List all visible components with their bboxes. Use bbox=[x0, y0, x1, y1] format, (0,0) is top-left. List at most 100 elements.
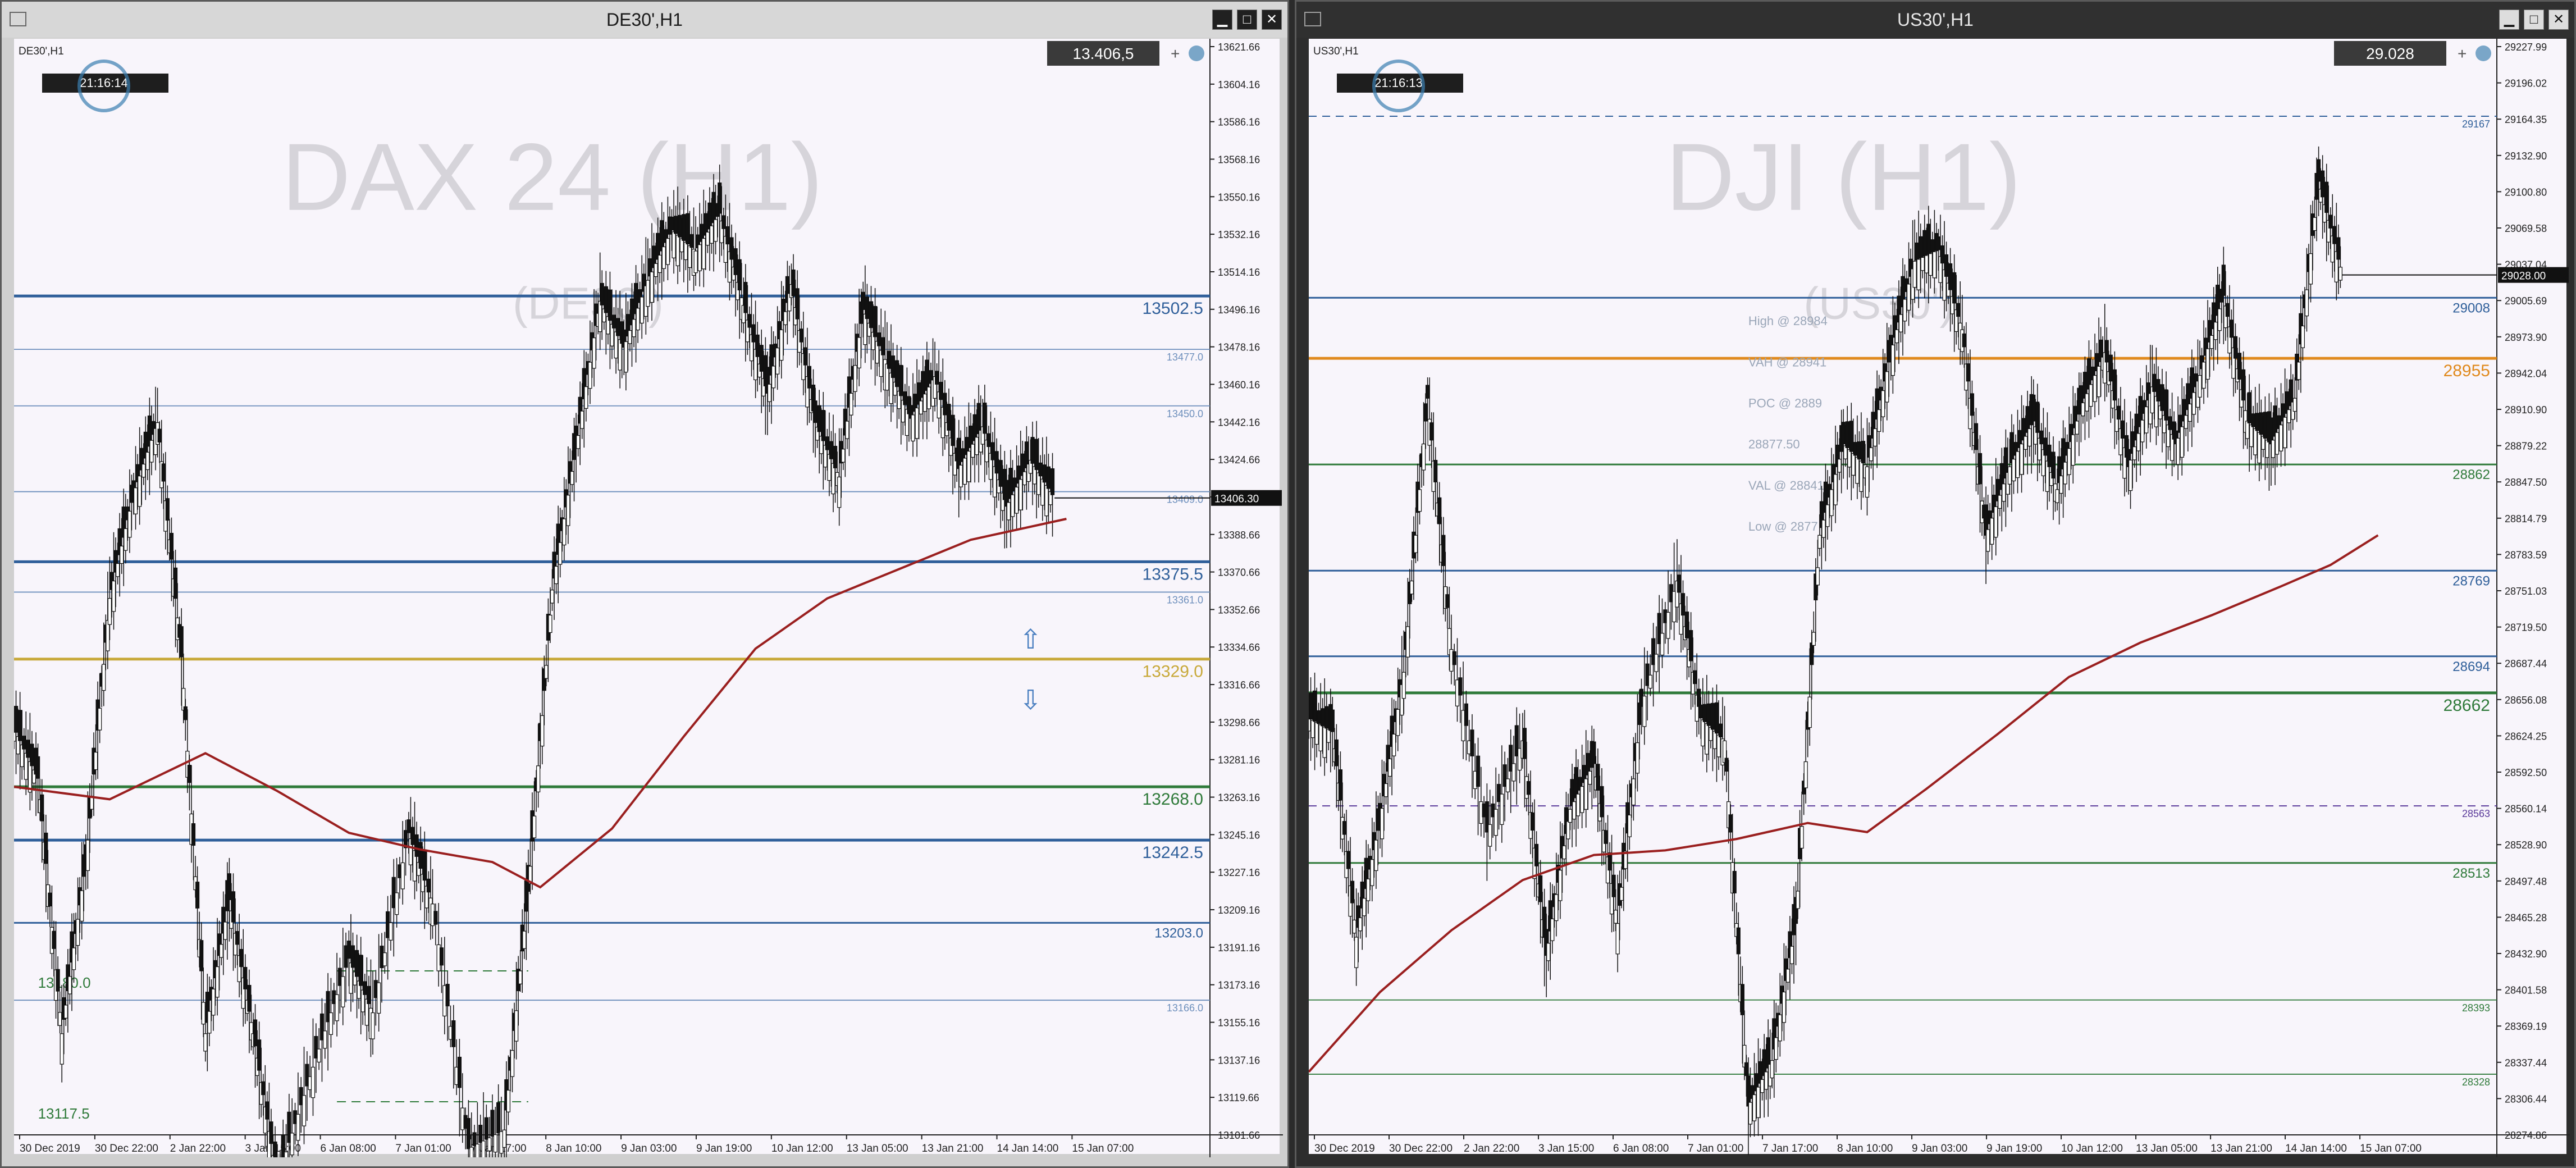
candle-body bbox=[1922, 230, 1927, 257]
candle-body bbox=[718, 182, 722, 214]
x-tick-label: 8 Jan 10:00 bbox=[546, 1143, 601, 1155]
candle-body bbox=[377, 982, 381, 1014]
candle-body bbox=[689, 234, 694, 248]
close-button[interactable]: ✕ bbox=[2548, 10, 2569, 30]
candle-body bbox=[1619, 887, 1624, 901]
candle-body bbox=[2112, 369, 2117, 401]
y-tick-label: 13424.66 bbox=[1218, 454, 1260, 466]
candle-body bbox=[1919, 236, 1923, 259]
candle-body bbox=[2300, 325, 2305, 348]
candle-body bbox=[290, 1133, 294, 1156]
candle-body bbox=[1916, 259, 1921, 290]
candle-body bbox=[1614, 910, 1618, 924]
candle-body bbox=[1829, 489, 1834, 517]
candle-body bbox=[1837, 459, 1842, 473]
candle-body bbox=[2067, 448, 2071, 475]
candle-body bbox=[618, 339, 622, 371]
y-tick-label: 28910.90 bbox=[2505, 404, 2547, 416]
candle-body bbox=[111, 580, 116, 612]
y-tick-label: 13568.16 bbox=[1218, 154, 1260, 165]
settings-dot-icon bbox=[2475, 45, 2491, 61]
x-tick-label: 15 Jan 07:00 bbox=[2360, 1143, 2422, 1155]
candle-body bbox=[1505, 778, 1510, 792]
level-label: 28513 bbox=[2452, 866, 2490, 881]
candle-body bbox=[661, 246, 666, 269]
candle-body bbox=[1845, 421, 1849, 448]
candle-body bbox=[203, 1033, 208, 1052]
candle-body bbox=[1924, 255, 1929, 273]
candle-body bbox=[1666, 612, 1670, 639]
candle-body bbox=[1785, 969, 1791, 983]
level-label: 13409.0 bbox=[1167, 494, 1203, 505]
minimize-button[interactable]: ▁ bbox=[2499, 10, 2519, 30]
de30-titlebar[interactable]: DE30',H1 ▁ □ ✕ bbox=[2, 2, 1287, 38]
candle-body bbox=[269, 1121, 273, 1144]
candle-body bbox=[1861, 441, 1866, 464]
candle-body bbox=[548, 614, 552, 633]
candle-body bbox=[1352, 919, 1356, 934]
candle-body bbox=[669, 216, 674, 231]
candle-body bbox=[903, 391, 907, 405]
candle-body bbox=[1970, 393, 1975, 416]
candle-body bbox=[98, 708, 102, 731]
candle-body bbox=[657, 254, 662, 273]
candle-body bbox=[2055, 489, 2059, 503]
candle-body bbox=[127, 510, 132, 538]
us30-chart[interactable]: DJI (H1) (US30') 29227.99 29196.02 29164.35 2… bbox=[1309, 39, 2570, 1157]
candle-body bbox=[1040, 478, 1045, 506]
candle-body bbox=[341, 976, 345, 1007]
candle-body bbox=[422, 849, 427, 881]
y-tick-label: 29196.02 bbox=[2505, 78, 2547, 89]
candle-body bbox=[1865, 466, 1870, 498]
level-label: 13203.0 bbox=[1154, 925, 1203, 941]
candle-body bbox=[310, 1066, 316, 1098]
level-label: 28694 bbox=[2452, 659, 2490, 674]
candle-body bbox=[418, 842, 423, 869]
candle-body bbox=[201, 1002, 205, 1025]
candle-body bbox=[120, 545, 124, 564]
minimize-button[interactable]: ▁ bbox=[1212, 10, 1232, 30]
x-tick-label: 30 Dec 22:00 bbox=[95, 1143, 158, 1155]
volume-profile-label: VAL @ 28841 bbox=[1748, 478, 1824, 492]
candle-body bbox=[522, 930, 527, 949]
candle-body bbox=[1936, 236, 1941, 250]
settings-dot-icon bbox=[1189, 45, 1204, 61]
maximize-button[interactable]: □ bbox=[1237, 10, 1257, 30]
candle-body bbox=[1635, 742, 1640, 774]
candle-body bbox=[2035, 402, 2040, 433]
y-tick-label: 28369.19 bbox=[2505, 1021, 2547, 1032]
us30-titlebar[interactable]: US30',H1 ▁ □ ✕ bbox=[1296, 2, 2574, 38]
candle-body bbox=[2336, 237, 2341, 260]
candle-body bbox=[223, 921, 227, 940]
candle-body bbox=[1417, 489, 1422, 512]
candle-body bbox=[265, 1101, 270, 1120]
candle-body bbox=[759, 345, 764, 372]
x-tick-label: 7 Jan 01:00 bbox=[395, 1143, 451, 1155]
candle-body bbox=[990, 442, 995, 460]
y-tick-label: 13173.16 bbox=[1218, 980, 1260, 991]
candle-body bbox=[998, 460, 1003, 487]
candle-body bbox=[2085, 393, 2089, 412]
level-label: 13268.0 bbox=[1143, 790, 1203, 809]
candle-body bbox=[1317, 710, 1321, 724]
maximize-button[interactable]: □ bbox=[2524, 10, 2544, 30]
level-label: 28393 bbox=[2462, 1002, 2490, 1014]
candle-body bbox=[67, 976, 72, 994]
candle-body bbox=[2128, 459, 2133, 491]
watermark-title: DAX 24 (H1) bbox=[282, 124, 823, 231]
candle-body bbox=[580, 410, 584, 429]
candle-body bbox=[133, 487, 138, 514]
candle-body bbox=[566, 495, 570, 526]
candle-body bbox=[2164, 389, 2168, 421]
close-button[interactable]: ✕ bbox=[1262, 10, 1282, 30]
candle-body bbox=[1974, 423, 1979, 450]
de30-chart[interactable]: DAX 24 (H1) (DE30') 13621.66 13604.16 13586.… bbox=[14, 39, 1283, 1157]
candle-body bbox=[1825, 504, 1830, 527]
x-tick-label: 10 Jan 12:00 bbox=[771, 1143, 833, 1155]
x-tick-label: 9 Jan 03:00 bbox=[1912, 1143, 1967, 1155]
candle-body bbox=[466, 1117, 471, 1149]
y-tick-label: 29164.35 bbox=[2505, 114, 2547, 125]
candle-body bbox=[1342, 821, 1347, 835]
candle-body bbox=[1018, 479, 1023, 510]
candle-body bbox=[1030, 437, 1035, 464]
